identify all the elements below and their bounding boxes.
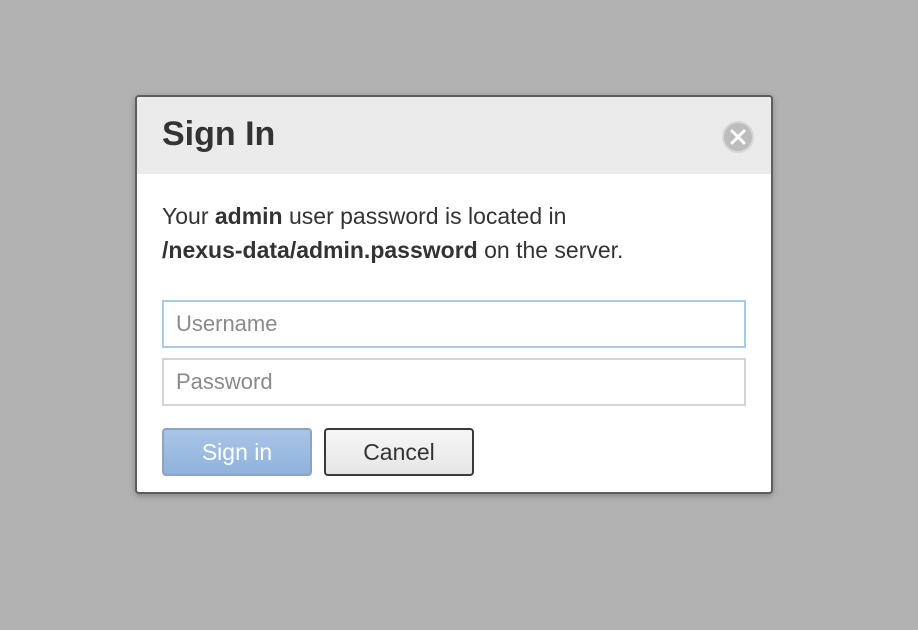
password-location-message: Your admin user password is located in /… [162, 199, 752, 267]
cancel-button[interactable]: Cancel [324, 428, 474, 476]
message-text: Your [162, 203, 215, 229]
sign-in-button[interactable]: Sign in [162, 428, 312, 476]
message-text: user password is located in [282, 203, 567, 229]
close-button[interactable] [722, 121, 754, 153]
username-input[interactable] [162, 300, 746, 348]
dialog-title: Sign In [162, 115, 276, 153]
sign-in-dialog: Sign In Your admin user password is loca… [135, 95, 773, 494]
dialog-header: Sign In [137, 97, 771, 174]
message-password-path: /nexus-data/admin.password [162, 237, 478, 263]
message-admin: admin [214, 203, 283, 229]
close-icon [730, 129, 746, 145]
password-input[interactable] [162, 358, 746, 406]
message-text: on the server. [477, 237, 624, 263]
